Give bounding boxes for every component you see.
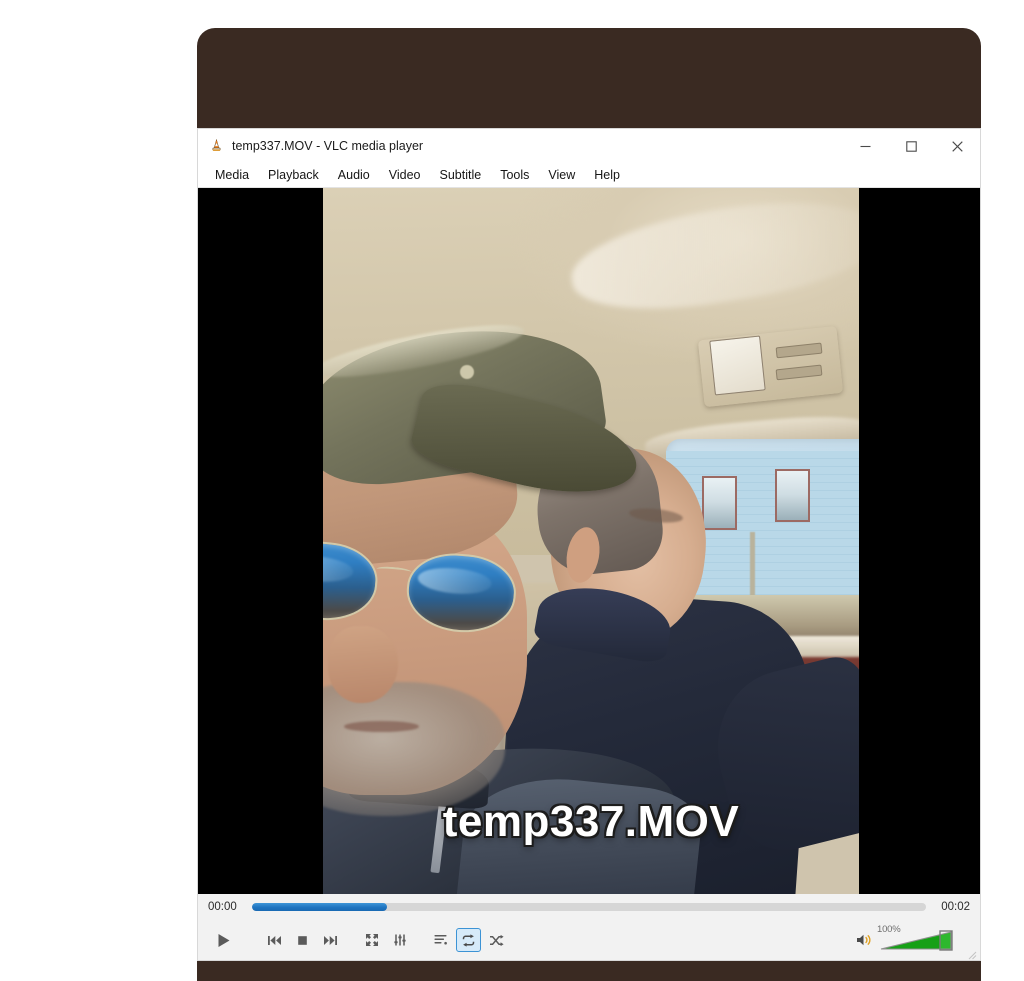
vlc-media-player-window: temp337.MOV - VLC media player Media Pla…: [197, 128, 981, 961]
screenshot-root: temp337.MOV - VLC media player Media Pla…: [0, 0, 1024, 981]
play-button[interactable]: [206, 925, 240, 955]
sunglass-bridge: [376, 565, 412, 576]
window-title: temp337.MOV - VLC media player: [232, 139, 424, 153]
total-duration: 00:02: [941, 901, 970, 913]
elapsed-time: 00:00: [208, 901, 237, 913]
menu-item-media[interactable]: Media: [206, 165, 258, 185]
playlist-button[interactable]: [428, 928, 453, 952]
vlc-cone-icon: [209, 138, 224, 154]
sunglass-lens-right: [404, 549, 519, 637]
outdoor-pole: [749, 531, 755, 600]
menu-item-help[interactable]: Help: [585, 165, 629, 185]
video-stage[interactable]: temp337.MOV: [198, 188, 980, 894]
foreground-man-nose: [328, 625, 399, 704]
house-window-2: [774, 468, 811, 522]
menu-item-view[interactable]: View: [539, 165, 584, 185]
primary-controls: [206, 925, 240, 955]
stop-button[interactable]: [290, 928, 315, 952]
seek-slider[interactable]: [252, 903, 926, 911]
menu-item-tools[interactable]: Tools: [491, 165, 538, 185]
menu-bar: Media Playback Audio Video Subtitle Tool…: [198, 163, 980, 188]
video-content[interactable]: temp337.MOV: [323, 188, 859, 894]
sunglass-lens-left: [323, 537, 382, 625]
next-button[interactable]: [318, 928, 343, 952]
random-button[interactable]: [484, 928, 509, 952]
view-controls: [359, 928, 412, 952]
previous-button[interactable]: [262, 928, 287, 952]
volume-slider[interactable]: [880, 930, 958, 952]
title-bar: temp337.MOV - VLC media player: [198, 129, 980, 163]
volume-controls: 100%: [851, 924, 972, 952]
menu-item-audio[interactable]: Audio: [329, 165, 379, 185]
loop-button[interactable]: [456, 928, 481, 952]
seek-row: 00:00 00:02: [198, 894, 980, 920]
house-window-1: [701, 476, 738, 530]
resize-grip-icon[interactable]: [967, 947, 977, 960]
window-controls: [842, 129, 980, 163]
menu-item-subtitle[interactable]: Subtitle: [431, 165, 491, 185]
lens-reflection-left: [323, 553, 356, 585]
menu-item-playback[interactable]: Playback: [259, 165, 328, 185]
extended-settings-button[interactable]: [387, 928, 412, 952]
cap-button: [459, 364, 474, 379]
minimize-button[interactable]: [842, 129, 888, 163]
playlist-controls: [428, 928, 509, 952]
dome-light-lens: [708, 335, 766, 396]
lens-reflection-right: [417, 565, 493, 597]
seek-progress-fill: [252, 903, 387, 911]
transport-controls: [262, 928, 343, 952]
title-bar-left: temp337.MOV - VLC media player: [198, 138, 842, 154]
menu-item-video[interactable]: Video: [380, 165, 430, 185]
close-button[interactable]: [934, 129, 980, 163]
controls-bar: 100%: [198, 920, 980, 960]
maximize-button[interactable]: [888, 129, 934, 163]
fullscreen-button[interactable]: [359, 928, 384, 952]
mute-button[interactable]: [851, 928, 876, 952]
